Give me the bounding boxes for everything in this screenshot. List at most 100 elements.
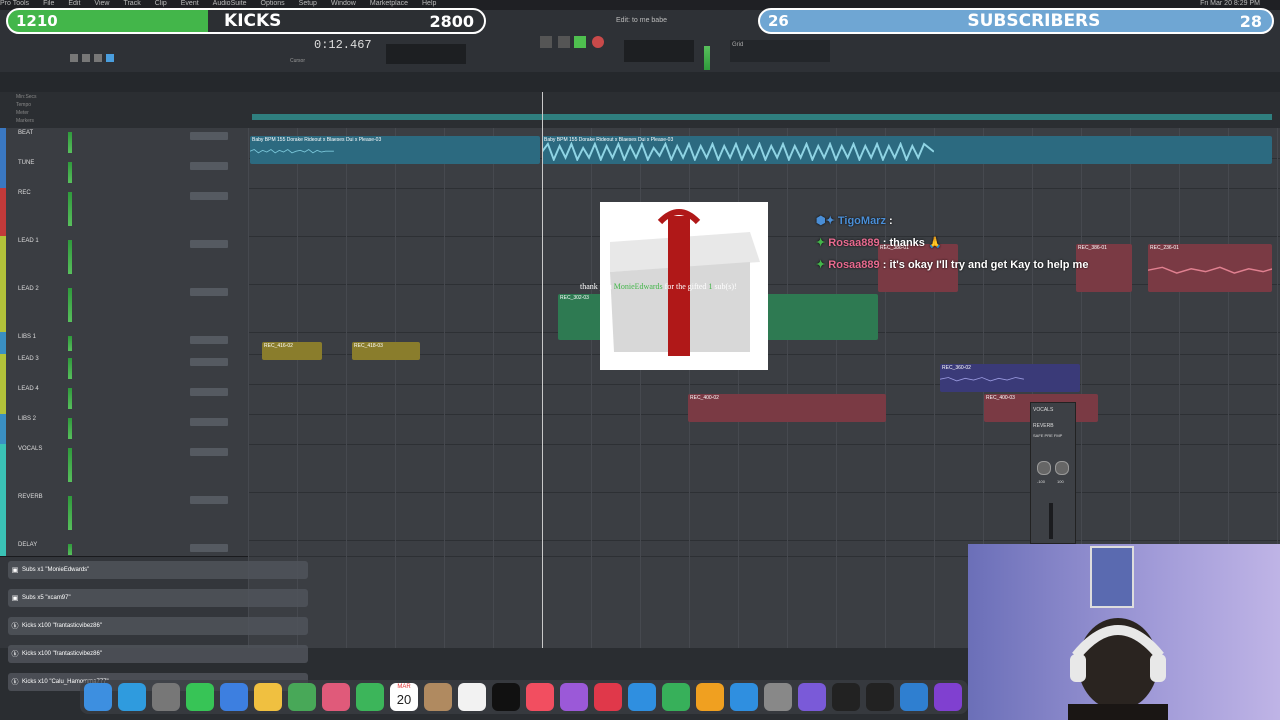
track-header[interactable]: LEAD 2 <box>0 284 248 333</box>
track-header[interactable]: LEAD 1 <box>0 236 248 285</box>
tool-smart-icon[interactable] <box>106 54 114 62</box>
menu-item[interactable]: Help <box>422 0 436 7</box>
track-name[interactable]: LEAD 1 <box>18 238 39 244</box>
audio-icon[interactable] <box>900 683 928 711</box>
clip-beat-2[interactable]: Baby BPM 155 Dorake Rideout x Blaeses Du… <box>542 136 1272 164</box>
ilok-icon[interactable] <box>832 683 860 711</box>
tool-grab-icon[interactable] <box>94 54 102 62</box>
appstore-icon[interactable] <box>730 683 758 711</box>
insert-slot[interactable] <box>190 418 228 426</box>
track-header[interactable]: BEAT <box>0 128 248 159</box>
appletv-icon[interactable] <box>492 683 520 711</box>
insert-slot[interactable] <box>190 162 228 170</box>
track-name[interactable]: REVERB <box>18 494 43 500</box>
settings-icon[interactable] <box>764 683 792 711</box>
menu-item[interactable]: File <box>43 0 54 7</box>
clip-rec-400[interactable]: REC_400-02 <box>688 394 886 422</box>
kick-icon: ⓚ <box>11 623 19 630</box>
track-name[interactable]: LIBS 1 <box>18 334 36 340</box>
playhead[interactable] <box>542 92 543 648</box>
menu-item[interactable]: Event <box>181 0 199 7</box>
main-counter[interactable]: 0:12.467 <box>314 38 372 52</box>
menu-item[interactable]: Edit <box>68 0 80 7</box>
clip-beat-1[interactable]: Baby BPM 155 Dorake Rideout x Blaeses Du… <box>250 136 540 164</box>
menu-item[interactable]: Window <box>331 0 356 7</box>
track-name[interactable]: BEAT <box>18 130 33 136</box>
insert-slot[interactable] <box>190 496 228 504</box>
keynote-icon[interactable] <box>628 683 656 711</box>
insert-slot[interactable] <box>190 544 228 552</box>
rewind-button[interactable] <box>540 36 552 48</box>
menu-item[interactable]: Pro Tools <box>0 0 29 7</box>
track-lane[interactable] <box>248 492 1280 541</box>
stop-button[interactable] <box>558 36 570 48</box>
tool-select-icon[interactable] <box>82 54 90 62</box>
clip-rec-236[interactable]: REC_236-01 <box>1148 244 1272 292</box>
music-icon[interactable] <box>526 683 554 711</box>
insert-slot[interactable] <box>190 358 228 366</box>
facetime-icon[interactable] <box>356 683 384 711</box>
mail-icon[interactable] <box>220 683 248 711</box>
finder-icon[interactable] <box>84 683 112 711</box>
track-header[interactable]: LIBS 1 <box>0 332 248 355</box>
track-lane[interactable] <box>248 444 1280 493</box>
avid-icon[interactable] <box>934 683 962 711</box>
track-header[interactable]: REC <box>0 188 248 237</box>
menu-item[interactable]: Options <box>261 0 285 7</box>
track-header[interactable]: LEAD 3 <box>0 354 248 385</box>
menu-item[interactable]: Clip <box>155 0 167 7</box>
capcut-icon[interactable] <box>866 683 894 711</box>
track-header[interactable]: LEAD 4 <box>0 384 248 415</box>
insert-slot[interactable] <box>190 448 228 456</box>
track-name[interactable]: LIBS 2 <box>18 416 36 422</box>
podcasts-icon[interactable] <box>560 683 588 711</box>
calendar-icon[interactable]: MAR 20 <box>390 683 418 711</box>
floating-mixer-strip[interactable]: VOCALS REVERB SAFE PRE FMP -100 100 <box>1030 402 1076 544</box>
pan-knob-right[interactable] <box>1055 461 1069 475</box>
track-name[interactable]: DELAY <box>18 542 37 548</box>
numbers-icon[interactable] <box>662 683 690 711</box>
track-header[interactable]: VOCALS <box>0 444 248 493</box>
insert-slot[interactable] <box>190 192 228 200</box>
safari-icon[interactable] <box>118 683 146 711</box>
chat-user: Rosaa889 <box>828 259 880 271</box>
launchpad-icon[interactable] <box>152 683 180 711</box>
track-name[interactable]: VOCALS <box>18 446 42 452</box>
record-button[interactable] <box>592 36 604 48</box>
track-header[interactable]: DELAY <box>0 540 248 557</box>
reminders-icon[interactable] <box>458 683 486 711</box>
insert-slot[interactable] <box>190 336 228 344</box>
track-header[interactable]: LIBS 2 <box>0 414 248 445</box>
clip-rec-416[interactable]: REC_416-02 <box>262 342 322 360</box>
track-header[interactable]: TUNE <box>0 158 248 189</box>
track-name[interactable]: LEAD 2 <box>18 286 39 292</box>
menu-item[interactable]: Marketplace <box>370 0 408 7</box>
messages-icon[interactable] <box>186 683 214 711</box>
track-name[interactable]: LEAD 4 <box>18 386 39 392</box>
insert-slot[interactable] <box>190 240 228 248</box>
maps-icon[interactable] <box>288 683 316 711</box>
clip-rec-360[interactable]: REC_360-02 <box>940 364 1080 392</box>
notes-icon[interactable] <box>254 683 282 711</box>
track-name[interactable]: TUNE <box>18 160 34 166</box>
track-name[interactable]: LEAD 3 <box>18 356 39 362</box>
track-header[interactable]: REVERB <box>0 492 248 541</box>
insert-slot[interactable] <box>190 388 228 396</box>
photos-icon[interactable] <box>322 683 350 711</box>
pan-knob-left[interactable] <box>1037 461 1051 475</box>
track-name[interactable]: REC <box>18 190 31 196</box>
menu-item[interactable]: Setup <box>299 0 317 7</box>
contacts-icon[interactable] <box>424 683 452 711</box>
clip-rec-418[interactable]: REC_418-03 <box>352 342 420 360</box>
menu-item[interactable]: View <box>94 0 109 7</box>
menu-item[interactable]: AudioSuite <box>213 0 247 7</box>
pages-icon[interactable] <box>696 683 724 711</box>
menu-item[interactable]: Track <box>123 0 140 7</box>
news-icon[interactable] <box>594 683 622 711</box>
insert-slot[interactable] <box>190 288 228 296</box>
play-button[interactable] <box>574 36 586 48</box>
insert-slot[interactable] <box>190 132 228 140</box>
fader-track[interactable] <box>1049 503 1053 539</box>
protools-icon[interactable] <box>798 683 826 711</box>
tool-trim-icon[interactable] <box>70 54 78 62</box>
